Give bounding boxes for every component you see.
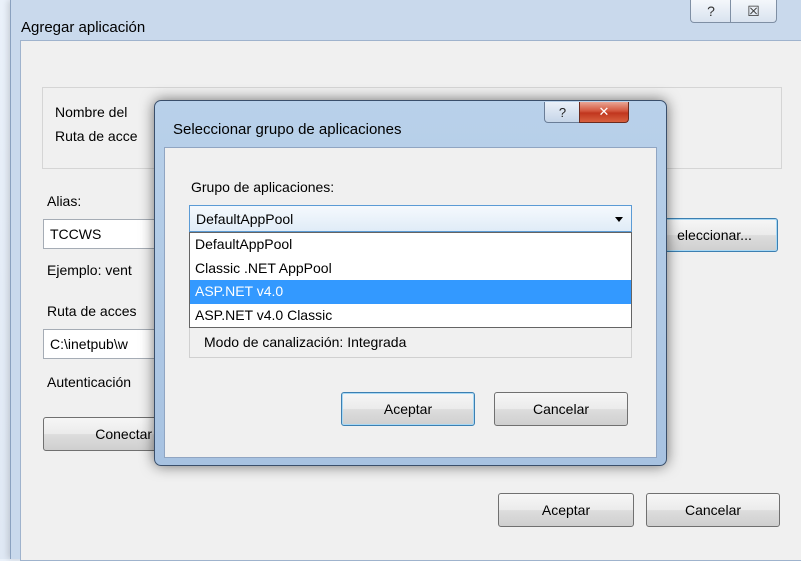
ok-button[interactable]: Aceptar bbox=[498, 493, 634, 527]
app-pool-options-list: DefaultAppPool Classic .NET AppPool ASP.… bbox=[189, 232, 632, 328]
app-pool-label: Grupo de aplicaciones: bbox=[191, 179, 335, 195]
authentication-label: Autenticación bbox=[47, 374, 132, 390]
dialog-title: Seleccionar grupo de aplicaciones bbox=[173, 121, 402, 138]
pipeline-mode-text: Modo de canalización: Integrada bbox=[204, 334, 407, 350]
close-icon[interactable]: ✕ bbox=[579, 102, 629, 123]
site-name-label: Nombre del bbox=[55, 104, 128, 120]
path-label: Ruta de acce bbox=[55, 128, 138, 144]
browse-button[interactable]: eleccionar... bbox=[651, 218, 778, 252]
cancel-button[interactable]: Cancelar bbox=[646, 493, 780, 527]
alias-label: Alias: bbox=[47, 193, 82, 209]
option-aspnet-v4[interactable]: ASP.NET v4.0 bbox=[190, 280, 631, 304]
chevron-down-icon[interactable] bbox=[615, 217, 623, 222]
select-app-pool-dialog: Seleccionar grupo de aplicaciones ? ✕ Gr… bbox=[154, 100, 667, 466]
dialog-body: Grupo de aplicaciones: DefaultAppPool Mo… bbox=[164, 147, 657, 458]
dialog-cancel-button[interactable]: Cancelar bbox=[494, 392, 628, 426]
help-icon[interactable]: ? bbox=[544, 102, 581, 123]
dropdown-selected-value: DefaultAppPool bbox=[196, 211, 294, 227]
app-pool-dropdown[interactable]: DefaultAppPool bbox=[189, 205, 632, 232]
physical-path-label: Ruta de acces bbox=[47, 303, 137, 319]
window-title: Agregar aplicación bbox=[21, 19, 146, 36]
option-classic-net-apppool[interactable]: Classic .NET AppPool bbox=[190, 257, 631, 281]
dialog-ok-button[interactable]: Aceptar bbox=[341, 392, 475, 426]
close-icon[interactable]: ☒ bbox=[730, 0, 777, 23]
example-label: Ejemplo: vent bbox=[47, 262, 132, 278]
help-icon[interactable]: ? bbox=[690, 0, 732, 23]
option-defaultapppool[interactable]: DefaultAppPool bbox=[190, 233, 631, 257]
option-aspnet-v4-classic[interactable]: ASP.NET v4.0 Classic bbox=[190, 304, 631, 328]
